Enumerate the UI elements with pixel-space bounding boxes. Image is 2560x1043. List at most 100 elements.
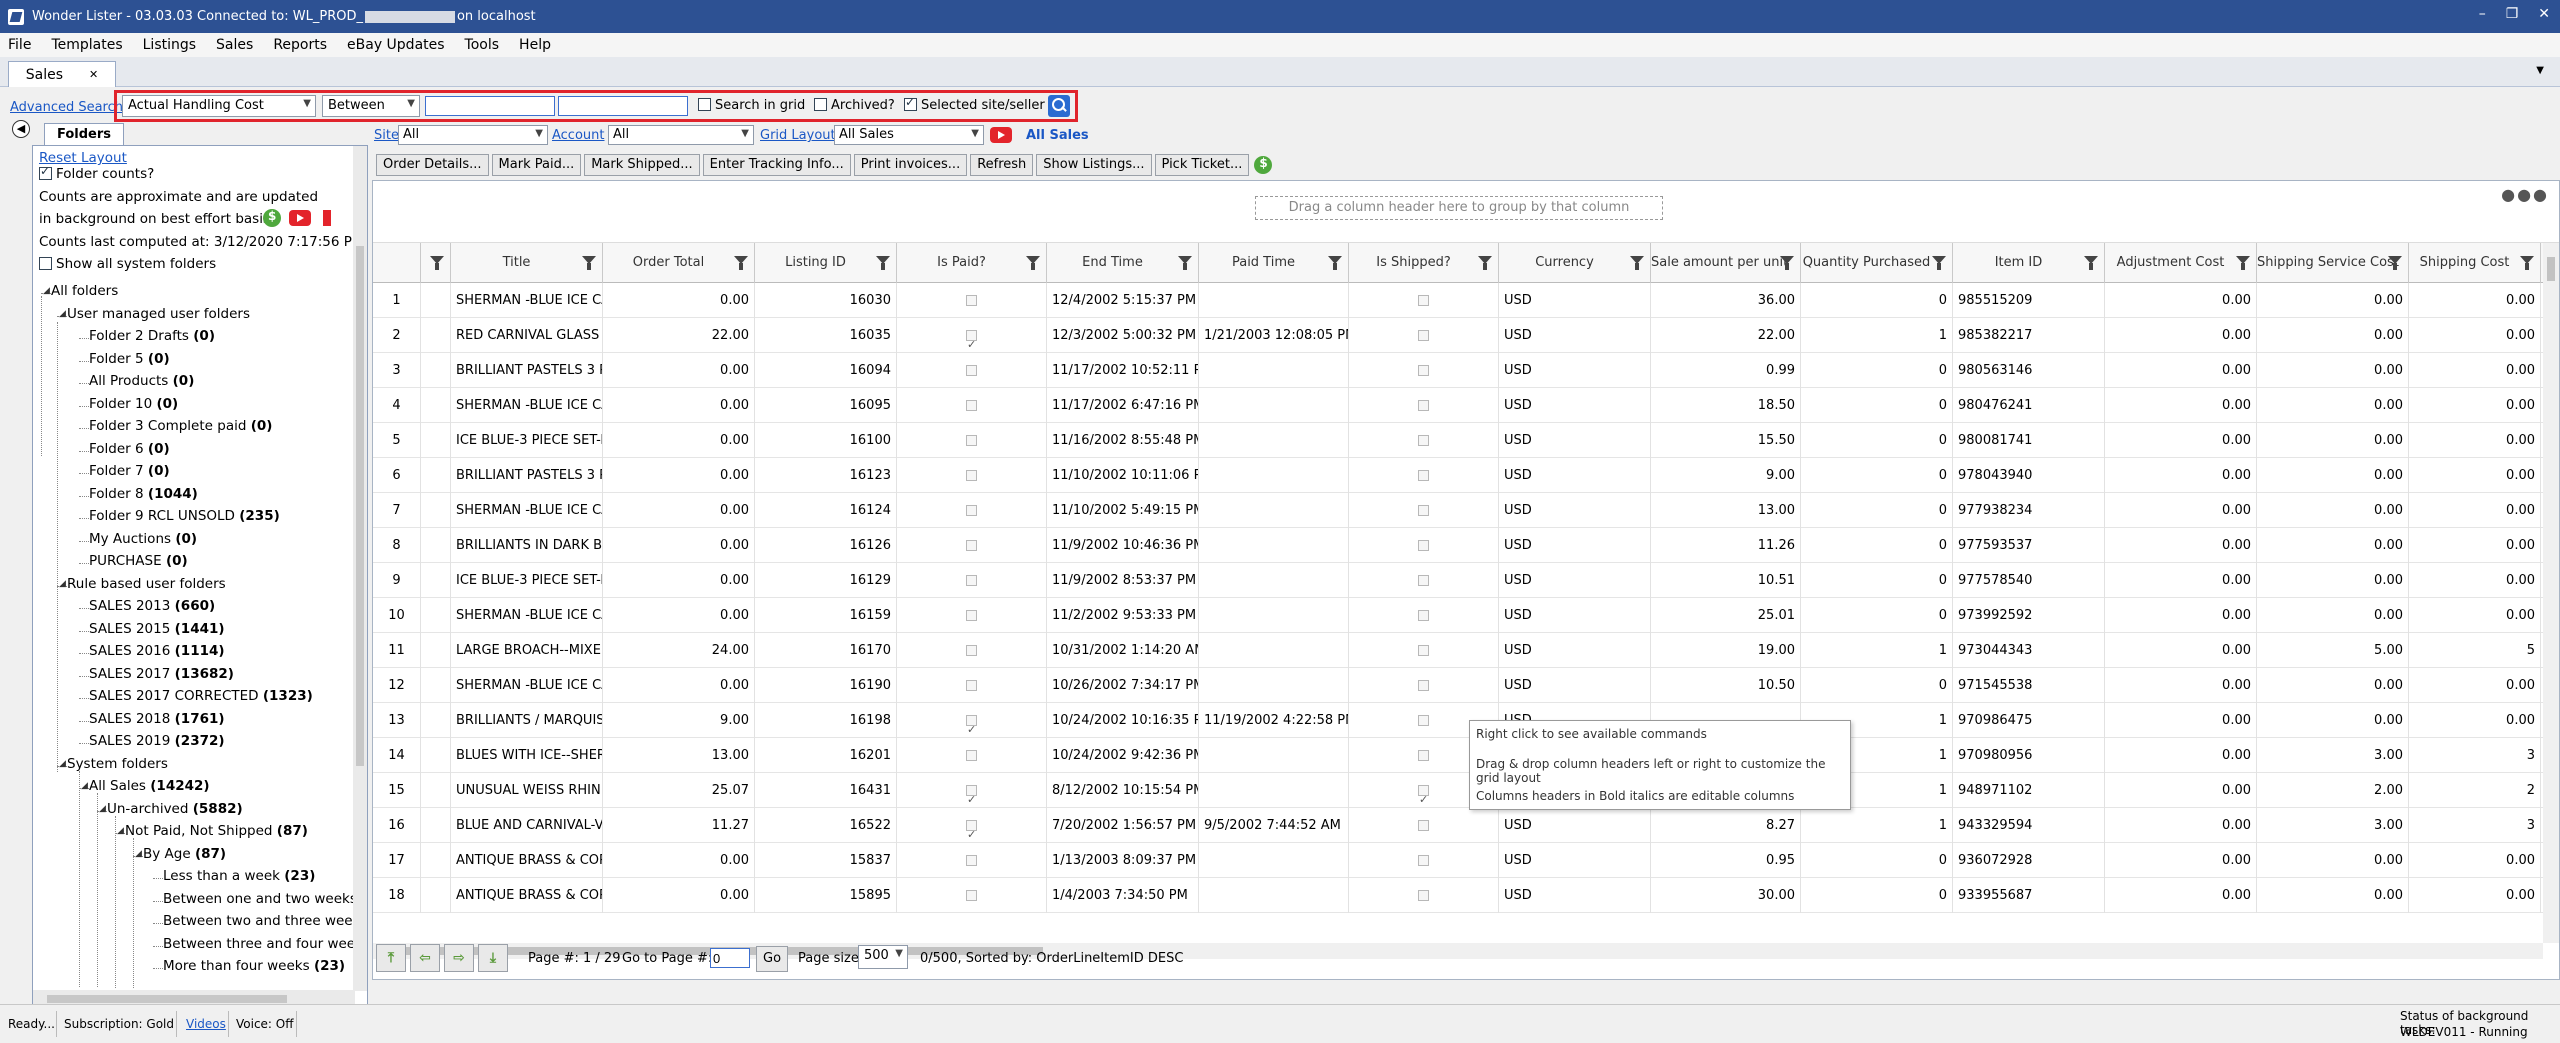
folder-counts-checkbox[interactable]: Folder counts? — [39, 164, 154, 182]
row-selector-cell[interactable] — [421, 738, 451, 773]
menu-ebay-updates[interactable]: eBay Updates — [347, 37, 445, 53]
column-header[interactable]: Currency — [1499, 243, 1651, 283]
tab-close-icon[interactable]: ✕ — [89, 68, 98, 81]
expand-toggle-icon[interactable]: ◢ — [117, 826, 124, 836]
print-invoices-button[interactable]: Print invoices... — [853, 154, 968, 176]
row-selector-cell[interactable] — [421, 458, 451, 493]
filter-icon[interactable] — [1026, 256, 1040, 270]
table-row[interactable]: 13 BRILLIANTS / MARQUIS9.0016198 10/24/200… — [373, 703, 2543, 738]
search-value-from-input[interactable] — [425, 96, 555, 116]
table-row[interactable]: 9 ICE BLUE-3 PIECE SET-B 0.00 16129 11/9/200… — [373, 563, 2543, 598]
folder-tree-item[interactable]: All Sales (14242) — [89, 778, 210, 794]
filter-icon[interactable] — [1328, 256, 1342, 270]
tab-folders[interactable]: Folders — [44, 123, 124, 145]
search-icon[interactable] — [1048, 95, 1070, 117]
table-row[interactable]: 1 SHERMAN -BLUE ICE CA 0.00 16030 12/4/2002 … — [373, 283, 2543, 318]
folder-tree-item[interactable]: All folders — [51, 283, 118, 299]
youtube-icon[interactable] — [990, 127, 1012, 143]
folder-tree-item[interactable]: SALES 2016 (1114) — [89, 643, 225, 659]
column-header[interactable]: Shipping Service Cost — [2257, 243, 2409, 283]
page-size-select[interactable]: 500 ▼ — [858, 945, 908, 969]
folder-tree-item[interactable]: Between three and four wee — [163, 936, 355, 952]
search-value-to-input[interactable] — [558, 96, 688, 116]
youtube-icon[interactable] — [289, 210, 311, 226]
table-row[interactable]: 15 UNUSUAL WEISS RHIN25.0716431 8/12/2002 … — [373, 773, 2543, 808]
row-selector-cell[interactable] — [421, 703, 451, 738]
folders-vertical-scrollbar[interactable] — [353, 146, 367, 991]
column-header[interactable] — [373, 243, 421, 283]
filter-icon[interactable] — [2388, 256, 2402, 270]
table-row[interactable]: 7 SHERMAN -BLUE ICE CA 0.00 16124 11/10/2002… — [373, 493, 2543, 528]
folder-tree-item[interactable]: SALES 2019 (2372) — [89, 733, 225, 749]
menu-reports[interactable]: Reports — [273, 37, 327, 53]
column-header[interactable]: End Time — [1047, 243, 1199, 283]
folder-tree-item[interactable]: Less than a week (23) — [163, 868, 315, 884]
row-selector-cell[interactable] — [421, 318, 451, 353]
filter-icon[interactable] — [1780, 256, 1794, 270]
folder-tree-item[interactable]: All Products (0) — [89, 373, 194, 389]
column-header[interactable]: Item ID — [1953, 243, 2105, 283]
menu-tools[interactable]: Tools — [465, 37, 500, 53]
row-selector-cell[interactable] — [421, 493, 451, 528]
filter-icon[interactable] — [1178, 256, 1192, 270]
row-selector-cell[interactable] — [421, 283, 451, 318]
row-selector-cell[interactable] — [421, 843, 451, 878]
expand-toggle-icon[interactable]: ◢ — [59, 579, 66, 589]
expand-toggle-icon[interactable]: ◢ — [135, 849, 142, 859]
search-in-grid-checkbox[interactable]: Search in grid — [698, 98, 805, 113]
folder-tree-item[interactable]: Un-archived (5882) — [107, 801, 243, 817]
menu-file[interactable]: File — [8, 37, 31, 53]
table-row[interactable]: 16 BLUE AND CARNIVAL-V11.2716522 7/20/2002… — [373, 808, 2543, 843]
money-icon[interactable] — [1254, 156, 1273, 176]
folder-tree-item[interactable]: Not Paid, Not Shipped (87) — [125, 823, 308, 839]
folder-tree-item[interactable]: SALES 2017 CORRECTED (1323) — [89, 688, 313, 704]
close-window-button[interactable]: ✕ — [2538, 6, 2550, 22]
minimize-button[interactable]: – — [2479, 6, 2486, 22]
filter-icon[interactable] — [2236, 256, 2250, 270]
tab-list-dropdown-icon[interactable]: ▼ — [2536, 65, 2544, 76]
column-header[interactable]: Order Total — [603, 243, 755, 283]
more-options-icon[interactable]: ●●● — [2501, 185, 2549, 204]
reset-layout-link[interactable]: Reset Layout — [39, 150, 127, 166]
folder-tree-item[interactable]: Folder 7 (0) — [89, 463, 170, 479]
table-row[interactable]: 2RED CARNIVAL GLASS E22.001603512/3/2002… — [373, 318, 2543, 353]
filter-icon[interactable] — [734, 256, 748, 270]
filter-icon[interactable] — [2520, 256, 2534, 270]
search-field-select[interactable]: Actual Handling Cost ▼ — [122, 95, 316, 117]
column-header[interactable]: Adjustment Cost — [2105, 243, 2257, 283]
folder-tree-item[interactable]: More than four weeks (23) — [163, 958, 345, 974]
last-page-button[interactable]: ⤓ — [478, 944, 508, 972]
goto-page-input[interactable] — [710, 948, 750, 968]
grid-layout-link[interactable]: Grid Layout — [760, 128, 836, 143]
folder-tree-item[interactable]: SALES 2015 (1441) — [89, 621, 225, 637]
advanced-search-link[interactable]: Advanced Search — [10, 100, 123, 115]
column-header[interactable]: Shipping Cost — [2409, 243, 2541, 283]
expand-toggle-icon[interactable]: ◢ — [81, 781, 88, 791]
show-system-folders-checkbox[interactable]: Show all system folders — [39, 256, 216, 272]
grid-vertical-scrollbar[interactable] — [2543, 243, 2559, 943]
column-header[interactable]: Quantity Purchased — [1801, 243, 1953, 283]
filter-icon[interactable] — [430, 256, 444, 270]
show-listings-button[interactable]: Show Listings... — [1036, 154, 1152, 176]
tab-sales[interactable]: Sales ✕ — [8, 61, 116, 87]
table-row[interactable]: 8 BRILLIANTS IN DARK BI 0.00 16126 11/9/2002… — [373, 528, 2543, 563]
menu-help[interactable]: Help — [519, 37, 551, 53]
pick-ticket-button[interactable]: Pick Ticket... — [1154, 154, 1250, 176]
group-by-zone[interactable]: Drag a column header here to group by th… — [373, 181, 2559, 243]
table-row[interactable]: 18 ANTIQUE BRASS & COP 0.00 15895 1/4/2003 7… — [373, 878, 2543, 913]
filter-icon[interactable] — [2084, 256, 2098, 270]
refresh-button[interactable]: Refresh — [970, 154, 1034, 176]
column-header[interactable]: Paid Time — [1199, 243, 1349, 283]
row-selector-cell[interactable] — [421, 598, 451, 633]
column-header[interactable]: Sale amount per unit — [1651, 243, 1801, 283]
folder-tree-item[interactable]: Folder 8 (1044) — [89, 486, 198, 502]
first-page-button[interactable]: ⤒ — [376, 944, 406, 972]
table-row[interactable]: 6 BRILLIANT PASTELS 3 PI 0.00 16123 11/10/20… — [373, 458, 2543, 493]
menu-templates[interactable]: Templates — [51, 37, 122, 53]
folder-tree-item[interactable]: System folders — [67, 756, 168, 772]
search-operator-select[interactable]: Between ▼ — [322, 95, 420, 117]
column-header[interactable]: Listing ID — [755, 243, 897, 283]
row-selector-cell[interactable] — [421, 773, 451, 808]
maximize-button[interactable]: ❐ — [2506, 6, 2519, 22]
go-button[interactable]: Go — [756, 946, 789, 972]
